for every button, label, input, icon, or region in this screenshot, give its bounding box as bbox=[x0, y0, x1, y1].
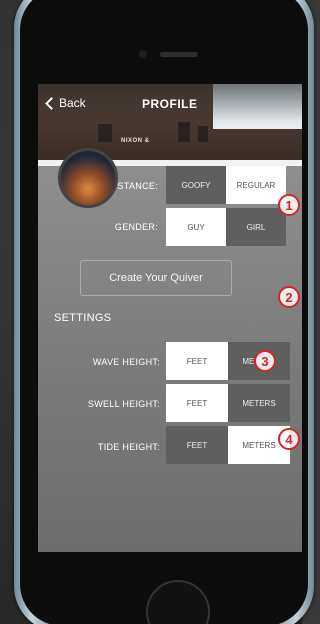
profile-photo[interactable] bbox=[58, 148, 118, 208]
front-camera bbox=[139, 50, 147, 58]
gender-selector: GUY GIRL bbox=[166, 208, 286, 246]
stance-goofy-option[interactable]: GOOFY bbox=[166, 166, 226, 204]
callout-1: 1 bbox=[278, 194, 300, 216]
gender-label: GENDER: bbox=[114, 222, 158, 232]
stance-regular-option[interactable]: REGULAR bbox=[226, 166, 286, 204]
wave-height-label: WAVE HEIGHT: bbox=[92, 357, 160, 367]
earpiece-speaker bbox=[160, 52, 198, 57]
callout-4: 4 bbox=[278, 428, 300, 450]
building-window bbox=[178, 122, 190, 142]
page-title: PROFILE bbox=[142, 97, 198, 111]
home-button[interactable] bbox=[146, 580, 210, 624]
tide-height-label: TIDE HEIGHT: bbox=[97, 442, 160, 452]
back-button[interactable]: Back bbox=[44, 96, 86, 110]
wave-height-feet-option[interactable]: FEET bbox=[166, 342, 228, 380]
building-sign: NIXON & bbox=[121, 138, 150, 144]
chevron-left-icon bbox=[45, 96, 58, 110]
app-screen: NIXON & Back PROFILE STANCE: GOOFY REGUL… bbox=[38, 84, 302, 552]
tide-height-selector: FEET METERS bbox=[166, 426, 290, 464]
swell-height-selector: FEET METERS bbox=[166, 384, 290, 422]
settings-heading: SETTINGS bbox=[54, 312, 112, 324]
tide-height-feet-option[interactable]: FEET bbox=[166, 426, 228, 464]
callout-2: 2 bbox=[278, 286, 300, 308]
swell-height-label: SWELL HEIGHT: bbox=[87, 399, 160, 409]
building-window bbox=[198, 126, 208, 142]
callout-3: 3 bbox=[254, 350, 276, 372]
swell-height-meters-option[interactable]: METERS bbox=[228, 384, 290, 422]
back-label: Back bbox=[59, 96, 86, 110]
create-quiver-button[interactable]: Create Your Quiver bbox=[80, 260, 232, 296]
stance-selector: GOOFY REGULAR bbox=[166, 166, 286, 204]
swell-height-feet-option[interactable]: FEET bbox=[166, 384, 228, 422]
building-window bbox=[98, 124, 112, 142]
gender-guy-option[interactable]: GUY bbox=[166, 208, 226, 246]
gender-girl-option[interactable]: GIRL bbox=[226, 208, 286, 246]
